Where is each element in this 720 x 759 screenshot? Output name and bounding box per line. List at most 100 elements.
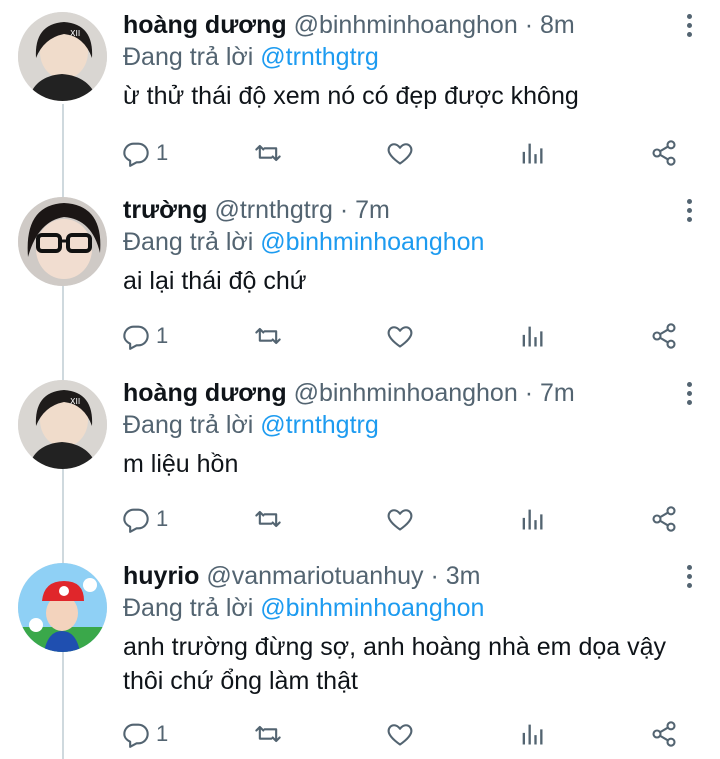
reply-icon [123, 723, 149, 748]
replying-to-label: Đang trả lời [123, 594, 261, 622]
tweet-actions: 1 [0, 499, 720, 539]
display-name[interactable]: trường [123, 196, 207, 224]
heart-icon [387, 509, 413, 531]
reply-button[interactable]: 1 [122, 499, 168, 539]
separator-dot: · [524, 11, 534, 39]
mention-link[interactable]: @trnthgtrg [260, 411, 378, 439]
replying-to: Đang trả lời @trnthgtrg [123, 408, 379, 442]
retweet-icon [255, 510, 281, 528]
user-handle[interactable]: @binhminhoanghon [294, 11, 518, 39]
retweet-button[interactable] [254, 499, 282, 539]
retweet-icon [255, 725, 281, 743]
share-button[interactable] [650, 133, 678, 173]
timestamp[interactable]: 7m [355, 196, 390, 224]
replying-to: Đang trả lời @binhminhoanghon [123, 591, 484, 625]
retweet-button[interactable] [254, 316, 282, 356]
reply-count: 1 [156, 506, 169, 531]
tweet[interactable]: huyrio @vanmariotuanhuy · 3m Đang trả lờ… [0, 551, 720, 759]
tweet-text: m liệu hồn [123, 450, 239, 478]
more-options-icon[interactable] [684, 382, 694, 410]
display-name[interactable]: hoàng dương [123, 11, 287, 39]
tweet-header: trường @trnthgtrg · 7m [123, 193, 390, 227]
share-icon [652, 721, 676, 747]
reply-count: 1 [156, 140, 169, 165]
user-handle[interactable]: @vanmariotuanhuy [206, 562, 423, 590]
share-button[interactable] [650, 714, 678, 754]
analytics-button[interactable] [518, 714, 546, 754]
share-icon [652, 323, 676, 349]
analytics-icon [522, 326, 543, 347]
heart-icon [387, 724, 413, 746]
share-icon [652, 506, 676, 532]
analytics-button[interactable] [518, 499, 546, 539]
retweet-icon [255, 327, 281, 345]
reply-icon [123, 142, 149, 167]
share-icon [652, 140, 676, 166]
heart-icon [387, 326, 413, 348]
like-button[interactable] [386, 316, 414, 356]
retweet-button[interactable] [254, 714, 282, 754]
like-button[interactable] [386, 133, 414, 173]
separator-dot: · [524, 379, 534, 407]
reply-icon [123, 508, 149, 533]
analytics-icon [522, 509, 543, 530]
mention-link[interactable]: @trnthgtrg [260, 43, 378, 71]
tweet-actions: 1 [0, 714, 720, 754]
avatar-image: XII [18, 12, 107, 101]
like-button[interactable] [386, 714, 414, 754]
retweet-icon [255, 144, 281, 162]
mention-link[interactable]: @binhminhoanghon [260, 594, 484, 622]
user-handle[interactable]: @trnthgtrg [214, 196, 332, 224]
analytics-button[interactable] [518, 133, 546, 173]
more-options-icon[interactable] [684, 199, 694, 227]
avatar[interactable]: XII [18, 12, 107, 101]
share-button[interactable] [650, 316, 678, 356]
separator-dot: · [339, 196, 349, 224]
separator-dot: · [430, 562, 439, 590]
reply-button[interactable]: 1 [122, 133, 168, 173]
like-button[interactable] [386, 499, 414, 539]
reply-button[interactable]: 1 [122, 714, 168, 754]
analytics-button[interactable] [518, 316, 546, 356]
tweet-header: hoàng dương @binhminhoanghon · 8m [123, 8, 575, 42]
avatar[interactable]: XII [18, 380, 107, 469]
tweet[interactable]: XII hoàng dương @binhminhoanghon · 8m Đa… [0, 0, 720, 185]
tweet[interactable]: trường @trnthgtrg · 7m Đang trả lời @bin… [0, 185, 720, 368]
share-button[interactable] [650, 499, 678, 539]
replying-to-label: Đang trả lời [123, 43, 261, 71]
svg-text:XII: XII [70, 29, 80, 38]
avatar[interactable] [18, 563, 107, 652]
more-options-icon[interactable] [684, 565, 694, 593]
svg-text:XII: XII [70, 397, 80, 406]
reply-count: 1 [156, 721, 169, 746]
display-name[interactable]: huyrio [123, 562, 199, 590]
tweet-actions: 1 [0, 316, 720, 356]
mention-link[interactable]: @binhminhoanghon [260, 228, 484, 256]
tweet-header: huyrio @vanmariotuanhuy · 3m [123, 559, 481, 593]
replying-to-label: Đang trả lời [123, 411, 261, 439]
retweet-button[interactable] [254, 133, 282, 173]
avatar-image [18, 197, 107, 286]
tweet-text: ai lại thái độ chứ [123, 267, 307, 295]
tweet[interactable]: XII hoàng dương @binhminhoanghon · 7m Đa… [0, 368, 720, 551]
analytics-icon [522, 143, 543, 164]
tweet-text: anh trường đừng sợ, anh hoàng nhà em dọa… [123, 633, 667, 695]
analytics-icon [522, 724, 543, 745]
reply-icon [123, 325, 149, 350]
display-name[interactable]: hoàng dương [123, 379, 287, 407]
more-options-icon[interactable] [684, 14, 694, 42]
user-handle[interactable]: @binhminhoanghon [294, 379, 518, 407]
avatar[interactable] [18, 197, 107, 286]
heart-icon [387, 143, 413, 165]
tweet-actions: 1 [0, 133, 720, 173]
replying-to: Đang trả lời @binhminhoanghon [123, 225, 484, 259]
tweet-text: ừ thử thái độ xem nó có đẹp được không [123, 82, 579, 110]
timestamp[interactable]: 8m [540, 11, 575, 39]
replying-to: Đang trả lời @trnthgtrg [123, 40, 379, 74]
replying-to-label: Đang trả lời [123, 228, 261, 256]
timestamp[interactable]: 7m [540, 379, 575, 407]
reply-count: 1 [156, 323, 169, 348]
avatar-image: XII [18, 380, 107, 469]
timestamp[interactable]: 3m [446, 562, 481, 590]
reply-button[interactable]: 1 [122, 316, 168, 356]
